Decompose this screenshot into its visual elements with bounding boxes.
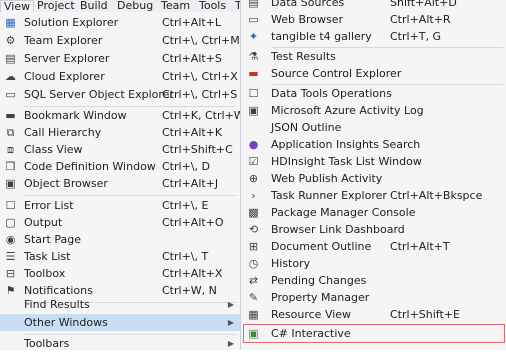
start-page-icon: ◉: [5, 233, 16, 246]
bookmark-icon: ▬: [5, 109, 16, 122]
menu-item-task-list[interactable]: ☰ Task List Ctrl+\, T: [0, 248, 240, 265]
menu-item-resource-view[interactable]: ▦ Resource View Ctrl+Shift+E: [241, 306, 506, 323]
web-browser-icon: ▭: [248, 13, 259, 26]
property-manager-icon: ✎: [248, 291, 259, 304]
menu-item-class-view[interactable]: ⧈ Class View Ctrl+Shift+C: [0, 141, 240, 158]
class-view-icon: ⧈: [7, 143, 14, 156]
menu-item-server-explorer[interactable]: ▤ Server Explorer Ctrl+Alt+S: [0, 50, 240, 67]
document-outline-icon: ⊞: [248, 240, 259, 253]
submenu-arrow-icon: ▶: [227, 318, 234, 327]
menu-item-cloud-explorer[interactable]: ☁ Cloud Explorer Ctrl+\, Ctrl+X: [0, 68, 240, 85]
menu-item-web-publish-activity[interactable]: ⊕ Web Publish Activity: [241, 170, 506, 187]
pending-changes-icon: ⇄: [248, 274, 259, 287]
error-list-icon: ☐: [5, 199, 16, 212]
menu-item-code-definition-window[interactable]: ❒ Code Definition Window Ctrl+\, D: [0, 158, 240, 175]
package-manager-icon: ▩: [248, 206, 259, 219]
menubar-view[interactable]: View: [0, 0, 35, 12]
menu-item-hdinsight-task-list-window[interactable]: ☑ HDInsight Task List Window: [241, 153, 506, 170]
source-control-icon: ▬: [248, 67, 259, 80]
data-tools-icon: ☐: [248, 87, 259, 100]
azure-log-icon: ▣: [248, 104, 259, 117]
code-definition-icon: ❒: [5, 160, 16, 173]
menu-item-error-list[interactable]: ☐ Error List Ctrl+\, E: [0, 197, 240, 214]
menu-item-toolbox[interactable]: ⊟ Toolbox Ctrl+Alt+X: [0, 265, 240, 282]
menu-separator: [24, 195, 236, 196]
output-icon: ▢: [5, 216, 16, 229]
menu-item-task-runner-explorer[interactable]: › Task Runner Explorer Ctrl+Alt+Bkspce: [241, 187, 506, 204]
csharp-interactive-icon: ▣: [248, 327, 259, 340]
app-insights-icon: ●: [248, 138, 259, 151]
menu-item-microsoft-azure-activity-log[interactable]: ▣ Microsoft Azure Activity Log: [241, 102, 506, 119]
other-windows-menu: ▤ Data Sources Shift+Alt+D ▭ Web Browser…: [240, 0, 506, 350]
call-hierarchy-icon: ⧉: [6, 126, 15, 139]
menu-item-data-tools-operations[interactable]: ☐ Data Tools Operations: [241, 85, 506, 102]
submenu-arrow-icon: ▶: [227, 339, 234, 348]
menu-item-package-manager-console[interactable]: ▩ Package Manager Console: [241, 204, 506, 221]
menu-item-other-windows[interactable]: Other Windows ▶: [0, 314, 240, 331]
menu-item-property-manager[interactable]: ✎ Property Manager: [241, 289, 506, 306]
menubar-build[interactable]: Build: [77, 0, 111, 12]
menu-item-call-hierarchy[interactable]: ⧉ Call Hierarchy Ctrl+Alt+K: [0, 124, 240, 141]
view-menu: ▦ Solution Explorer Ctrl+Alt+L ⚙ Team Ex…: [0, 12, 245, 352]
menu-item-source-control-explorer[interactable]: ▬ Source Control Explorer: [241, 65, 506, 82]
menu-item-solution-explorer[interactable]: ▦ Solution Explorer Ctrl+Alt+L: [0, 14, 240, 31]
menu-item-team-explorer[interactable]: ⚙ Team Explorer Ctrl+\, Ctrl+M: [0, 32, 240, 49]
menu-item-document-outline[interactable]: ⊞ Document Outline Ctrl+Alt+T: [241, 238, 506, 255]
toolbox-icon: ⊟: [5, 267, 16, 280]
menu-item-tangible-t4-gallery[interactable]: ✦ tangible t4 gallery Ctrl+T, G: [241, 28, 506, 45]
menu-item-test-results[interactable]: ⚗ Test Results: [241, 48, 506, 65]
browser-link-icon: ⟲: [248, 223, 259, 236]
menu-item-pending-changes[interactable]: ⇄ Pending Changes: [241, 272, 506, 289]
hdinsight-icon: ☑: [248, 155, 259, 168]
menu-item-history[interactable]: ◷ History: [241, 255, 506, 272]
menu-item-sql-server-object-explorer[interactable]: ▭ SQL Server Object Explorer Ctrl+\, Ctr…: [0, 86, 240, 103]
t4-gallery-icon: ✦: [248, 30, 259, 43]
data-sources-icon: ▤: [248, 0, 259, 9]
menu-item-data-sources[interactable]: ▤ Data Sources Shift+Alt+D: [241, 0, 506, 11]
menubar-project[interactable]: Project: [34, 0, 78, 12]
menu-item-csharp-interactive[interactable]: ▣ C# Interactive: [243, 324, 505, 343]
menu-item-start-page[interactable]: ◉ Start Page: [0, 231, 240, 248]
menubar-debug[interactable]: Debug: [114, 0, 156, 12]
menu-item-browser-link-dashboard[interactable]: ⟲ Browser Link Dashboard: [241, 221, 506, 238]
menu-item-web-browser[interactable]: ▭ Web Browser Ctrl+Alt+R: [241, 11, 506, 28]
history-icon: ◷: [248, 257, 259, 270]
solution-explorer-icon: ▦: [5, 16, 16, 29]
cloud-icon: ☁: [5, 70, 16, 83]
test-results-icon: ⚗: [248, 50, 259, 63]
task-runner-icon: ›: [251, 189, 256, 202]
menu-item-application-insights-search[interactable]: ● Application Insights Search: [241, 136, 506, 153]
menu-item-toolbars[interactable]: Toolbars ▶: [0, 335, 240, 352]
object-browser-icon: ▣: [5, 177, 16, 190]
resource-view-icon: ▦: [248, 308, 259, 321]
team-explorer-icon: ⚙: [5, 34, 16, 47]
menu-item-json-outline[interactable]: JSON Outline: [241, 119, 506, 136]
web-publish-icon: ⊕: [248, 172, 259, 185]
task-list-icon: ☰: [5, 250, 16, 263]
menu-item-bookmark-window[interactable]: ▬ Bookmark Window Ctrl+K, Ctrl+W: [0, 107, 244, 124]
menubar-tools[interactable]: Tools: [196, 0, 229, 12]
submenu-arrow-icon: ▶: [227, 300, 234, 309]
menu-item-object-browser[interactable]: ▣ Object Browser Ctrl+Alt+J: [0, 175, 240, 192]
menubar-team[interactable]: Team: [158, 0, 193, 12]
menu-item-find-results[interactable]: Find Results ▶: [0, 296, 240, 313]
menu-item-output[interactable]: ▢ Output Ctrl+Alt+O: [0, 214, 240, 231]
server-explorer-icon: ▤: [5, 52, 16, 65]
sql-server-icon: ▭: [5, 88, 16, 101]
